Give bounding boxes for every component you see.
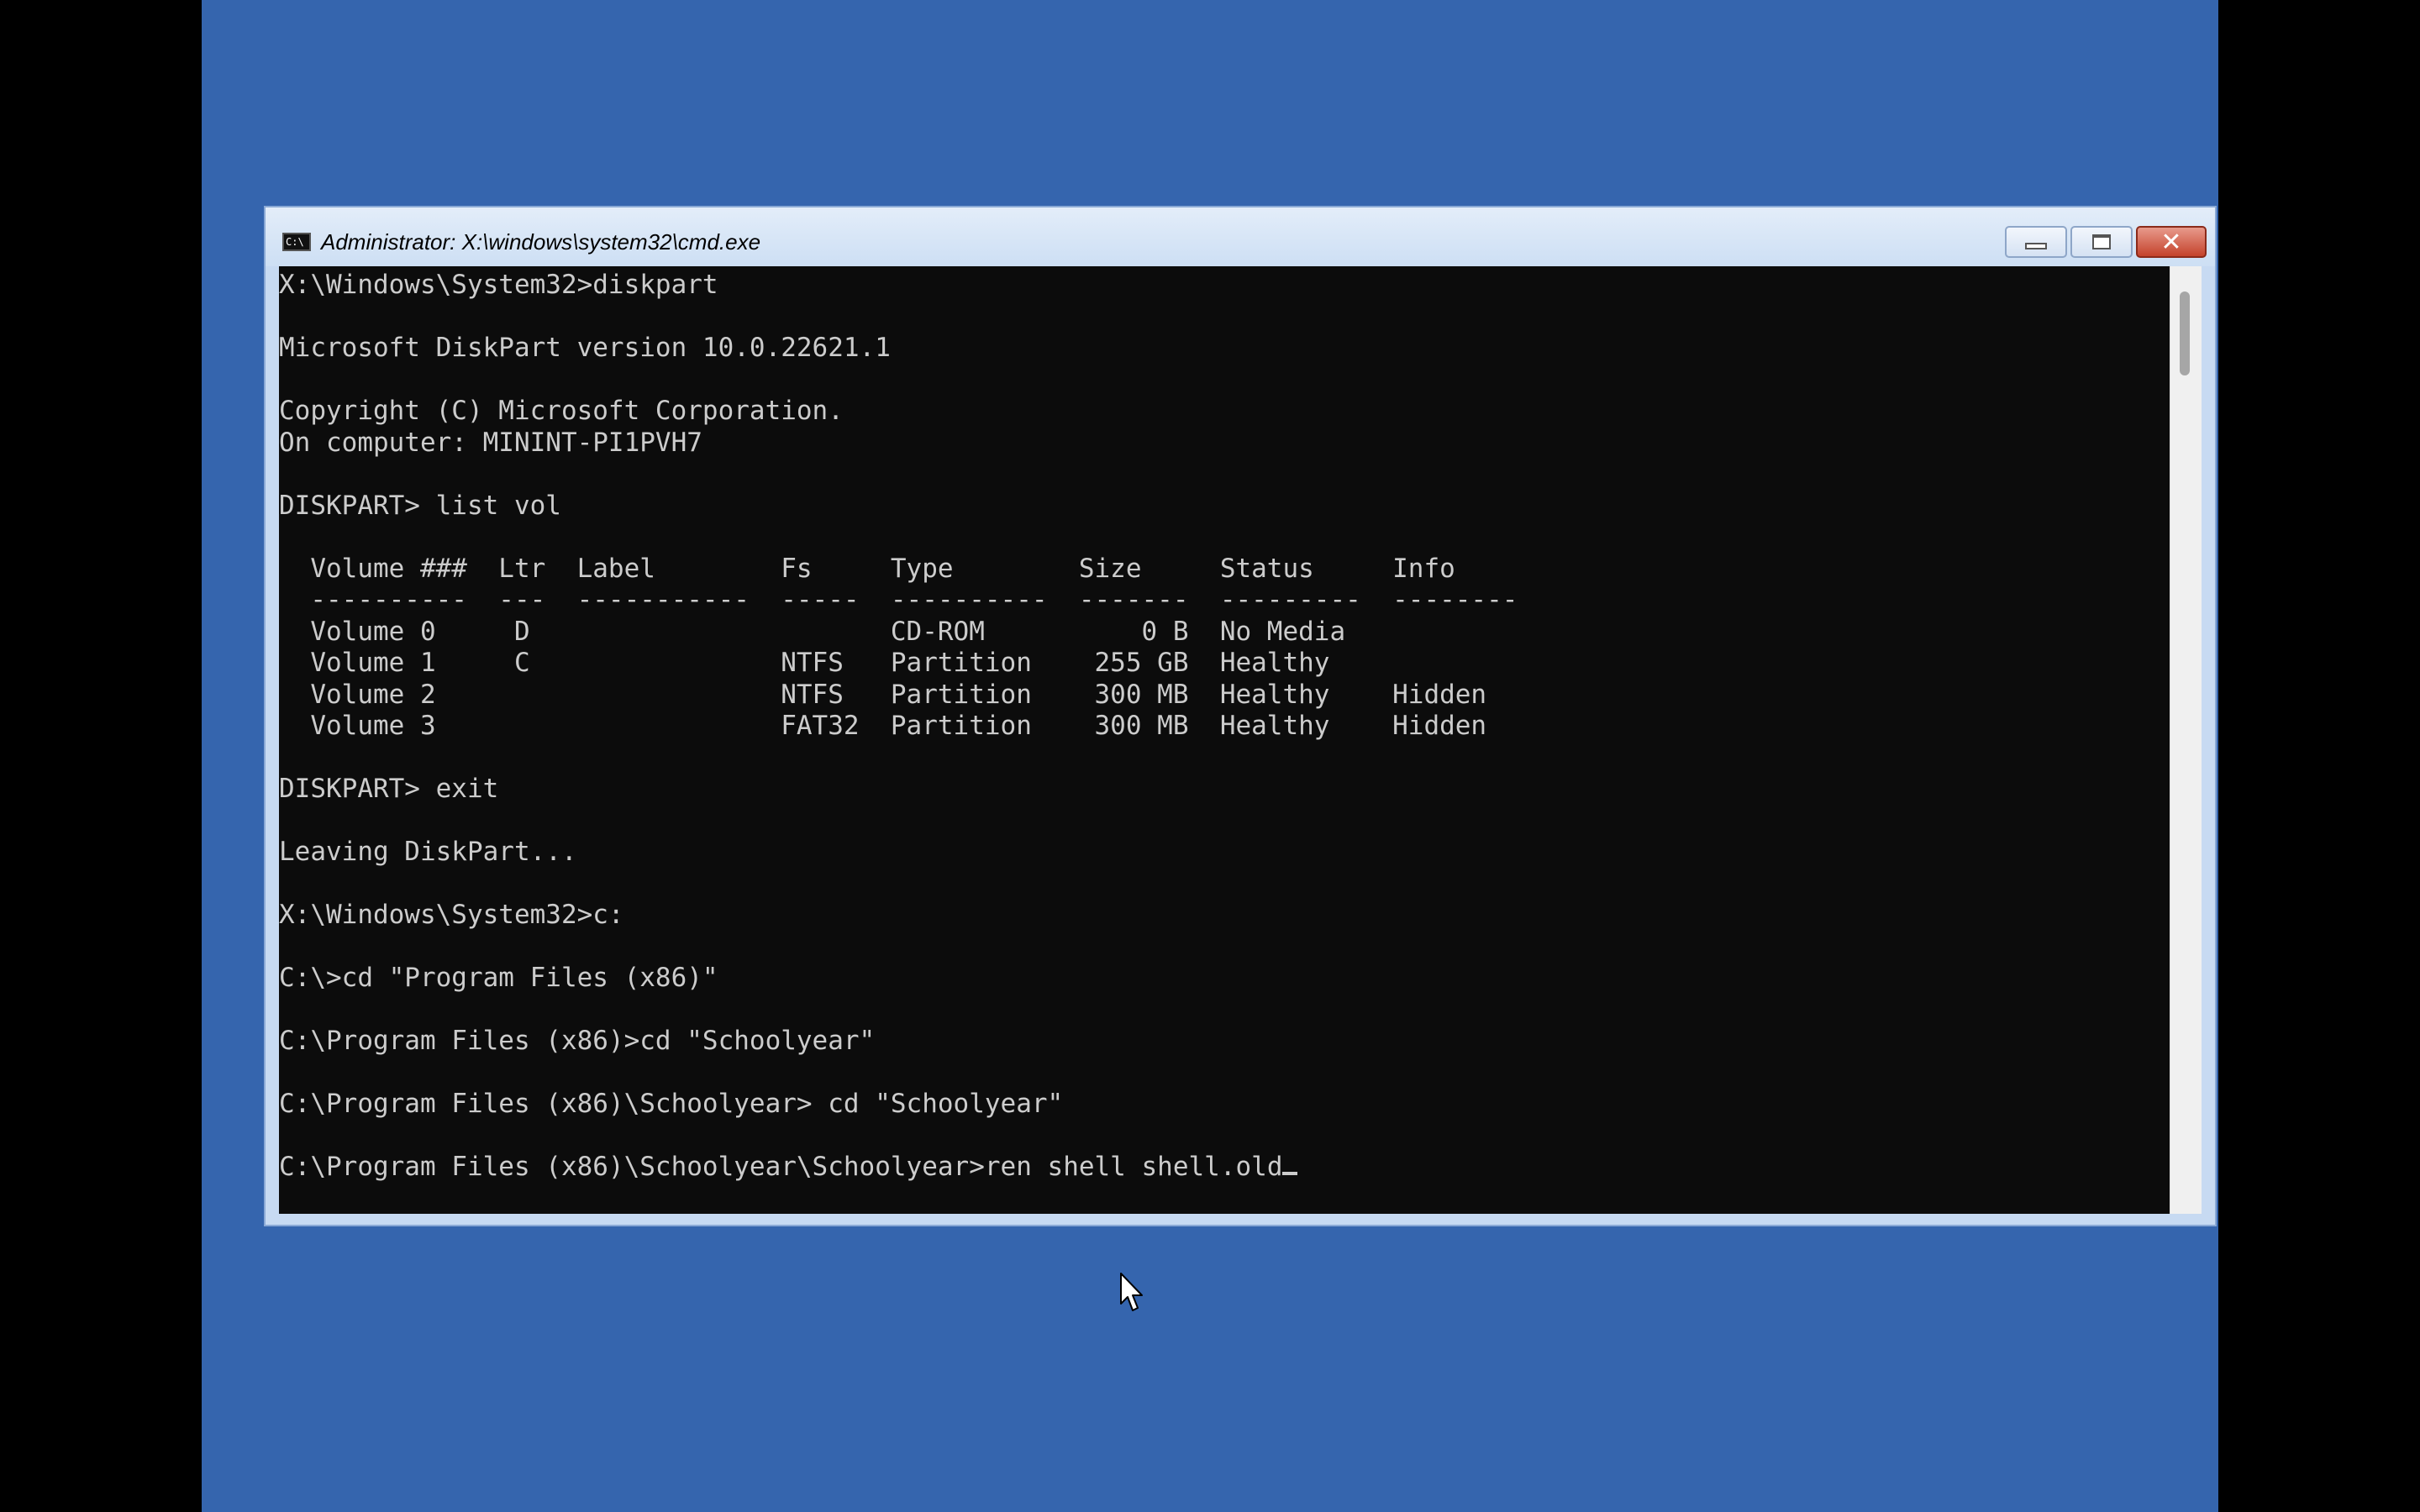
console-line: DISKPART> list vol (279, 490, 561, 521)
console-area[interactable]: X:\Windows\System32>diskpart Microsoft D… (279, 266, 2170, 1214)
console-line: C:\Program Files (x86)>cd "Schoolyear" (279, 1026, 876, 1056)
console-line: On computer: MININT-PI1PVH7 (279, 427, 702, 458)
close-icon: ✕ (2160, 227, 2182, 257)
console-line: Volume 3 FAT32 Partition 300 MB Healthy … (310, 711, 1487, 741)
console-line: X:\Windows\System32>c: (279, 900, 624, 930)
console-output: X:\Windows\System32>diskpart Microsoft D… (279, 270, 1518, 1184)
title-bar[interactable]: C:\ Administrator: X:\windows\system32\c… (266, 207, 2215, 266)
minimize-icon (2025, 243, 2047, 249)
cmd-icon: C:\ (282, 233, 311, 251)
window-title: Administrator: X:\windows\system32\cmd.e… (321, 229, 761, 255)
vertical-scrollbar[interactable] (2170, 266, 2202, 1214)
maximize-button[interactable] (2070, 226, 2133, 258)
console-line: X:\Windows\System32>diskpart (279, 270, 718, 300)
maximize-icon (2092, 234, 2111, 249)
console-line: ---------- --- ----------- ----- -------… (310, 585, 1518, 615)
minimize-button[interactable] (2005, 226, 2067, 258)
command-input[interactable]: ren shell shell.old (985, 1152, 1283, 1182)
console-line: C:\>cd "Program Files (x86)" (279, 963, 718, 993)
console-line: Microsoft DiskPart version 10.0.22621.1 (279, 333, 891, 363)
scrollbar-thumb[interactable] (2180, 291, 2190, 375)
console-line: Leaving DiskPart... (279, 837, 577, 867)
console-line: C:\Program Files (x86)\Schoolyear> cd "S… (279, 1089, 1064, 1119)
mouse-pointer-icon (1120, 1273, 1143, 1311)
command-prompt: C:\Program Files (x86)\Schoolyear\School… (279, 1152, 985, 1182)
console-line: DISKPART> exit (279, 774, 499, 804)
console-line: Volume 2 NTFS Partition 300 MB Healthy H… (310, 679, 1487, 710)
text-cursor (1282, 1172, 1298, 1175)
console-line: Volume 0 D CD-ROM 0 B No Media (310, 616, 1346, 647)
cmd-window[interactable]: C:\ Administrator: X:\windows\system32\c… (264, 206, 2217, 1226)
close-button[interactable]: ✕ (2136, 226, 2207, 258)
console-line: Copyright (C) Microsoft Corporation. (279, 396, 844, 426)
console-line: Volume 1 C NTFS Partition 255 GB Healthy (310, 648, 1330, 678)
console-line: Volume ### Ltr Label Fs Type Size Status… (310, 553, 1455, 584)
console-history: X:\Windows\System32>diskpart Microsoft D… (279, 270, 1518, 1119)
